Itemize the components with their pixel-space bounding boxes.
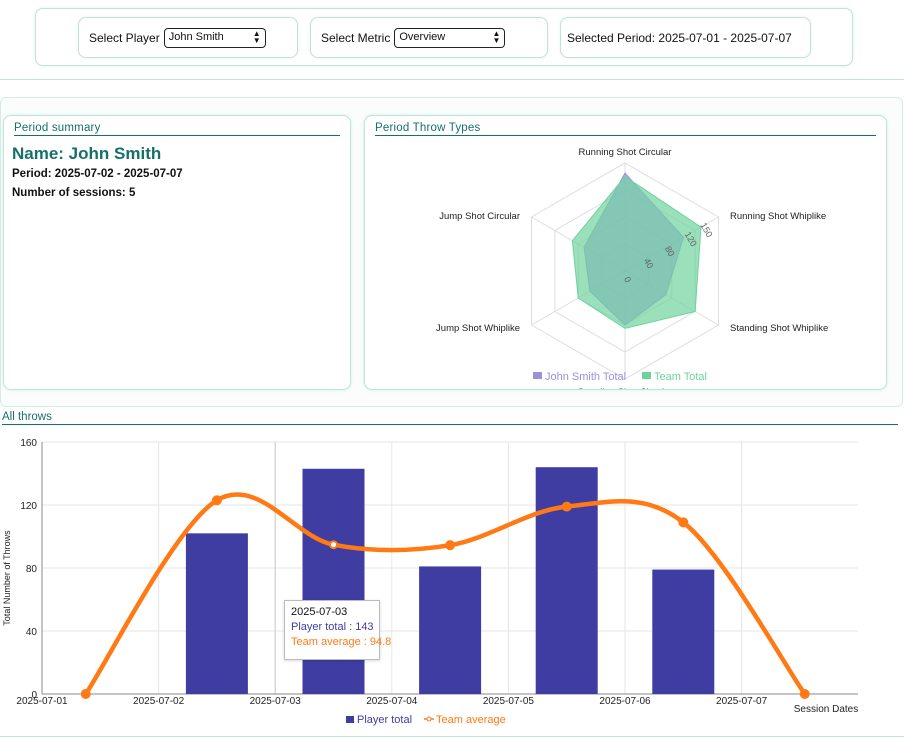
y-tick-label: 120	[20, 501, 37, 512]
point-team-average	[799, 689, 810, 699]
point-team-average	[80, 689, 91, 699]
bar-player-total	[535, 467, 598, 694]
tooltip-date: 2025-07-03	[291, 606, 348, 618]
point-team-average	[561, 501, 572, 512]
x-tick-label: 2025-07-05	[483, 696, 535, 707]
point-team-average	[329, 540, 338, 550]
y-axis-title: Total Number of Throws	[2, 530, 12, 626]
divider	[0, 736, 904, 737]
x-tick-label: 2025-07-06	[599, 696, 651, 707]
tooltip-team: Team average : 94.8	[291, 636, 392, 648]
player-selector: Select Player John Smith ▲ ▼	[78, 17, 298, 58]
player-label: Select Player	[89, 30, 160, 45]
divider	[0, 79, 904, 80]
tooltip-player: Player total : 143	[291, 621, 374, 633]
bar-player-total	[185, 533, 248, 694]
radar-chart: 04080120150Running Shot CircularRunning …	[436, 147, 828, 389]
all-throws-title: All throws	[2, 411, 898, 425]
player-name: Name: John Smith	[12, 144, 162, 163]
legend-label-player-total: Player total	[357, 714, 412, 726]
radar-axis-label: Standing Shot Circular	[577, 387, 672, 389]
summary-section: Period summary Name: John Smith Period: …	[0, 97, 903, 407]
player-select-value: John Smith	[168, 30, 224, 43]
x-tick-label: 2025-07-04	[366, 696, 418, 707]
selected-period-text: Selected Period: 2025-07-01 - 2025-07-07	[567, 30, 792, 45]
point-team-average	[445, 540, 456, 551]
throw-types-card: Period Throw Types 0 40 80 120 150 Running Sh…	[364, 115, 887, 390]
selected-period: Selected Period: 2025-07-01 - 2025-07-07	[560, 17, 811, 58]
select-arrows-icon: ▲ ▼	[492, 28, 501, 45]
y-tick-label: 80	[26, 564, 38, 575]
legend-label-team: Team Total	[654, 371, 707, 383]
metric-select-value: Overview	[399, 30, 446, 43]
x-axis-title: Session Dates	[794, 704, 858, 715]
period-text: Period: 2025-07-02 - 2025-07-07	[12, 168, 183, 180]
radar-axis-label: Jump Shot Circular	[439, 211, 520, 222]
legend-swatch-player	[533, 372, 542, 379]
y-tick-label: 160	[20, 438, 37, 449]
x-tick-label: 2025-07-03	[250, 696, 302, 707]
player-select[interactable]: John Smith ▲ ▼	[163, 27, 266, 48]
period-summary-card: Period summary Name: John Smith Period: …	[3, 115, 351, 390]
metric-selector: Select Metric Overview ▲ ▼	[310, 17, 548, 58]
x-tick-label: 2025-07-07	[716, 696, 768, 707]
x-tick-label: 2025-07-02	[133, 696, 185, 707]
bar-player-total	[419, 566, 482, 694]
radar-series-team	[571, 175, 702, 329]
sessions-count: Number of sessions: 5	[12, 187, 136, 199]
select-arrows-icon: ▲ ▼	[252, 28, 261, 45]
chart-tooltip: 2025-07-03 Player total : 143 Team avera…	[284, 600, 392, 660]
filter-bar: Select Player John Smith ▲ ▼ Select Metri…	[35, 8, 853, 66]
radar-axis-label: Running Shot Whiplike	[730, 211, 826, 222]
period-summary-title: Period summary	[14, 122, 340, 136]
y-tick-label: 40	[26, 627, 38, 638]
legend-label-player: John Smith Total	[545, 371, 626, 383]
x-tick-label: 2025-07-01	[16, 696, 68, 707]
legend-marker-team-average	[426, 716, 432, 722]
throws-chart: 040801201602025-07-01 2025-07-02 2025-07-0…	[2, 438, 858, 726]
legend-swatch-team	[642, 372, 651, 379]
legend-swatch-player-total	[346, 716, 354, 723]
radar-axis-label: Jump Shot Whiplike	[436, 323, 520, 334]
metric-select[interactable]: Overview ▲ ▼	[394, 27, 506, 48]
legend-label-team-average: Team average	[436, 714, 506, 726]
point-team-average	[678, 517, 689, 528]
radar-axis-label: Standing Shot Whiplike	[730, 323, 828, 334]
point-team-average	[211, 495, 222, 506]
metric-label: Select Metric	[321, 30, 391, 45]
bar-player-total	[302, 468, 365, 694]
radar-axis-label: Running Shot Circular	[579, 147, 672, 158]
bar-player-total	[652, 569, 715, 694]
